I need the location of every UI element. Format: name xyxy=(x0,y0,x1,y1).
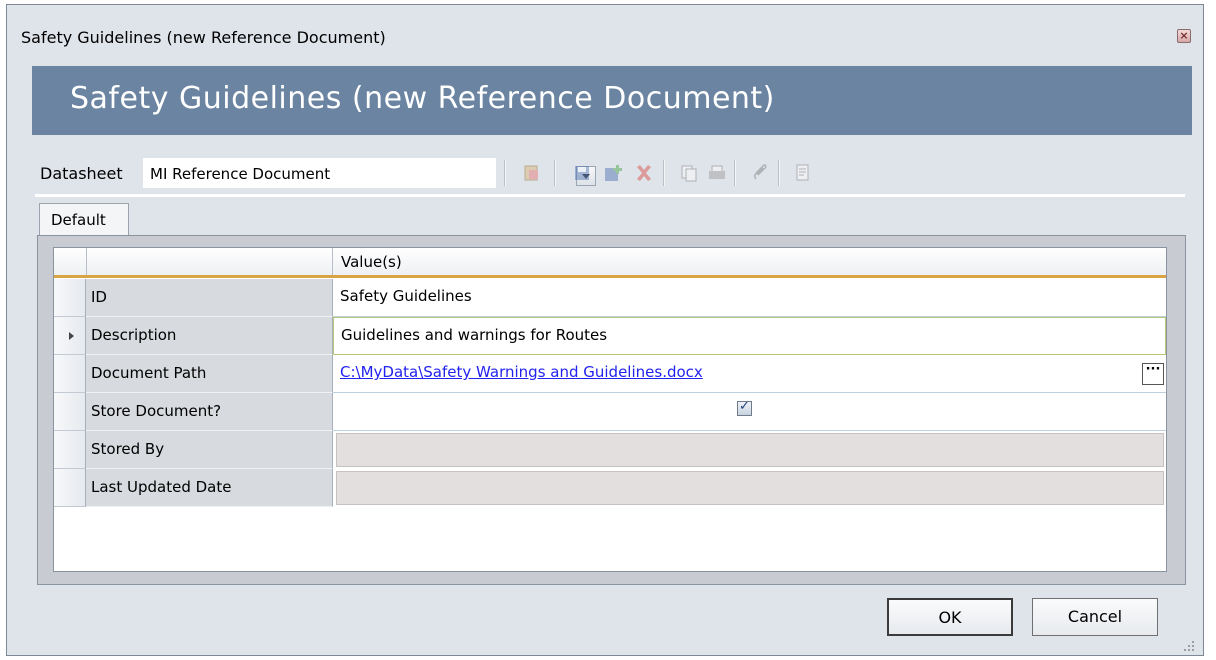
row-selector[interactable] xyxy=(54,355,86,393)
table-row[interactable]: Last Updated Date xyxy=(54,469,1166,507)
field-value-stored-by xyxy=(336,433,1164,467)
store-document-checkbox[interactable] xyxy=(737,399,752,416)
grid-header: Value(s) xyxy=(54,248,1166,278)
row-selector[interactable] xyxy=(54,279,86,317)
header-banner: Safety Guidelines (new Reference Documen… xyxy=(32,66,1192,135)
resize-grip-icon[interactable] xyxy=(1183,637,1195,651)
row-selector[interactable] xyxy=(54,393,86,431)
attachment-icon[interactable] xyxy=(750,163,770,183)
field-value-id[interactable]: Safety Guidelines xyxy=(333,279,1166,317)
toolbar-separator xyxy=(734,160,736,186)
field-name: Stored By xyxy=(86,431,333,469)
table-row[interactable]: Stored By xyxy=(54,431,1166,469)
window-title: Safety Guidelines (new Reference Documen… xyxy=(21,28,386,47)
table-row[interactable]: ID Safety Guidelines xyxy=(54,279,1166,317)
delete-icon[interactable] xyxy=(634,163,654,183)
field-value-description[interactable]: Guidelines and warnings for Routes xyxy=(333,317,1166,355)
toolbar-separator xyxy=(554,160,556,186)
field-value-document-path[interactable]: C:\MyData\Safety Warnings and Guidelines… xyxy=(333,355,1166,393)
row-selector[interactable] xyxy=(54,317,86,355)
toolbar-separator xyxy=(778,160,780,186)
row-selector[interactable] xyxy=(54,469,86,507)
ok-button[interactable]: OK xyxy=(887,598,1013,636)
dialog-window: Safety Guidelines (new Reference Documen… xyxy=(6,4,1204,656)
tab-panel: Value(s) ID Safety Guidelines Descriptio… xyxy=(37,235,1186,585)
copy-icon[interactable] xyxy=(679,163,699,183)
title-bar[interactable]: Safety Guidelines (new Reference Documen… xyxy=(7,5,1203,55)
save-new-icon[interactable] xyxy=(603,163,623,183)
datasheet-select[interactable]: MI Reference Document xyxy=(143,158,596,188)
close-icon[interactable]: × xyxy=(1177,29,1191,43)
datasheet-toolbar: Datasheet MI Reference Document xyxy=(37,158,1187,188)
table-row[interactable]: Document Path C:\MyData\Safety Warnings … xyxy=(54,355,1166,393)
field-value-last-updated-date xyxy=(336,471,1164,505)
open-document-icon[interactable] xyxy=(522,163,542,183)
grid-header-values: Value(s) xyxy=(341,253,402,271)
field-name: Last Updated Date xyxy=(86,469,333,507)
grid-header-selector xyxy=(54,248,87,275)
field-name: Document Path xyxy=(86,355,333,393)
report-icon[interactable] xyxy=(794,163,814,183)
browse-button[interactable]: ··· xyxy=(1142,363,1164,385)
table-row[interactable]: Description Guidelines and warnings for … xyxy=(54,317,1166,355)
row-selector[interactable] xyxy=(54,431,86,469)
field-value-store-document[interactable] xyxy=(333,393,1166,431)
grid-header-field xyxy=(86,248,333,275)
print-icon[interactable] xyxy=(707,163,727,183)
field-name: ID xyxy=(86,279,333,317)
field-name: Description xyxy=(86,317,333,355)
toolbar-separator xyxy=(663,160,665,186)
datasheet-grid: Value(s) ID Safety Guidelines Descriptio… xyxy=(53,247,1167,572)
toolbar-divider xyxy=(35,194,1185,197)
table-row[interactable]: Store Document? xyxy=(54,393,1166,431)
datasheet-label: Datasheet xyxy=(40,164,123,183)
save-icon[interactable] xyxy=(572,163,592,183)
toolbar-separator xyxy=(504,160,506,186)
tab-default-label: Default xyxy=(51,211,106,229)
page-title: Safety Guidelines (new Reference Documen… xyxy=(70,81,775,116)
document-path-link[interactable]: C:\MyData\Safety Warnings and Guidelines… xyxy=(340,363,703,381)
field-name: Store Document? xyxy=(86,393,333,431)
cancel-button[interactable]: Cancel xyxy=(1032,598,1158,636)
datasheet-selected-value: MI Reference Document xyxy=(150,165,331,183)
tab-default[interactable]: Default xyxy=(39,203,129,236)
current-row-arrow-icon xyxy=(69,332,74,340)
